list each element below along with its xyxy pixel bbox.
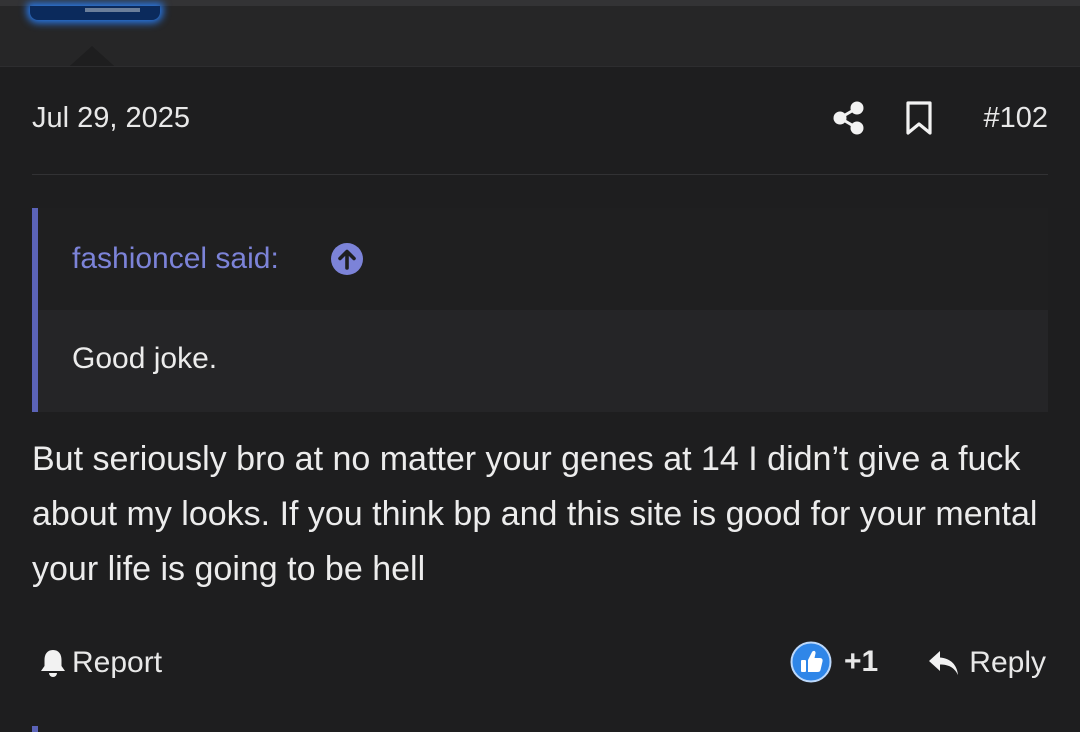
previous-post-strip: [0, 0, 1080, 73]
share-button[interactable]: [832, 100, 866, 136]
bookmark-icon: [906, 101, 932, 135]
jump-to-quote-button[interactable]: [330, 242, 364, 276]
quote-text: Good joke.: [72, 342, 218, 375]
divider: [0, 66, 1080, 67]
quote-header: fashioncel said:: [38, 208, 1048, 311]
quote-block: fashioncel said: Good joke.: [32, 208, 1048, 412]
reply-arrow-icon: [929, 651, 959, 675]
reply-label: Reply: [969, 646, 1046, 679]
report-button[interactable]: Report: [38, 644, 162, 682]
post-number-link[interactable]: #102: [983, 102, 1048, 135]
avatar-detail: [85, 8, 140, 12]
reaction-count[interactable]: +1: [844, 645, 878, 679]
message-pointer: [62, 46, 122, 73]
quote-author[interactable]: fashioncel said:: [72, 242, 279, 276]
next-post-quote-edge: [32, 726, 38, 732]
post-body-text: But seriously bro at no matter your gene…: [32, 440, 1038, 588]
thumbs-up-icon[interactable]: [790, 641, 832, 683]
post-date[interactable]: Jul 29, 2025: [32, 102, 190, 135]
reply-button[interactable]: Reply: [927, 644, 1046, 682]
reaction-summary[interactable]: +1: [790, 640, 878, 684]
header-divider: [32, 174, 1048, 175]
arrow-up-circle-icon: [331, 243, 363, 275]
share-icon: [833, 101, 864, 135]
bookmark-button[interactable]: [904, 101, 934, 135]
forum-post-page: Jul 29, 2025 #102 fashioncel said: Good …: [0, 0, 1080, 732]
report-label: Report: [72, 646, 163, 679]
user-avatar-edge[interactable]: [30, 6, 160, 20]
quote-content: Good joke.: [38, 310, 1048, 412]
bell-icon: [41, 650, 65, 677]
